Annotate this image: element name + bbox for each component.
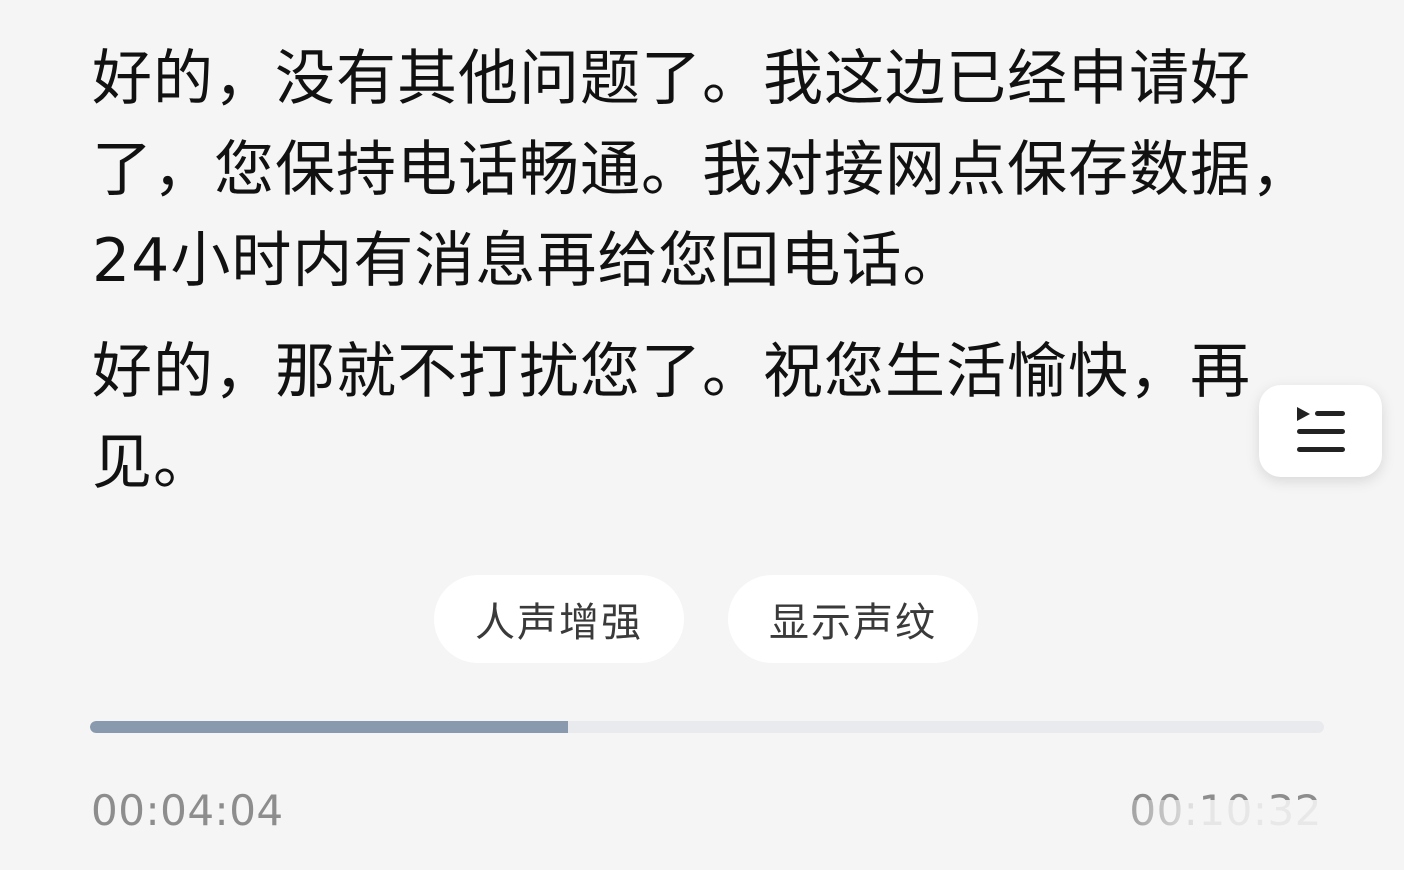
playlist-button[interactable] <box>1259 385 1382 477</box>
transcript: 好的，没有其他问题了。我这边已经申请好了，您保持电话畅通。我对接网点保存数据，2… <box>92 34 1322 509</box>
show-voiceprint-button[interactable]: 显示声纹 <box>728 575 978 663</box>
progress-fill <box>90 721 568 733</box>
voice-enhance-button[interactable]: 人声增强 <box>434 575 684 663</box>
playlist-icon <box>1296 407 1345 452</box>
transcript-paragraph: 好的，没有其他问题了。我这边已经申请好了，您保持电话畅通。我对接网点保存数据，2… <box>92 44 1312 296</box>
transcript-paragraph: 好的，那就不打扰您了。祝您生活愉快，再见。 <box>92 337 1251 498</box>
current-time: 00:04:04 <box>91 786 284 835</box>
audio-options: 人声增强 显示声纹 <box>434 575 978 663</box>
watermark-overlay <box>1110 800 1404 870</box>
playback-progress-bar[interactable] <box>90 721 1324 733</box>
